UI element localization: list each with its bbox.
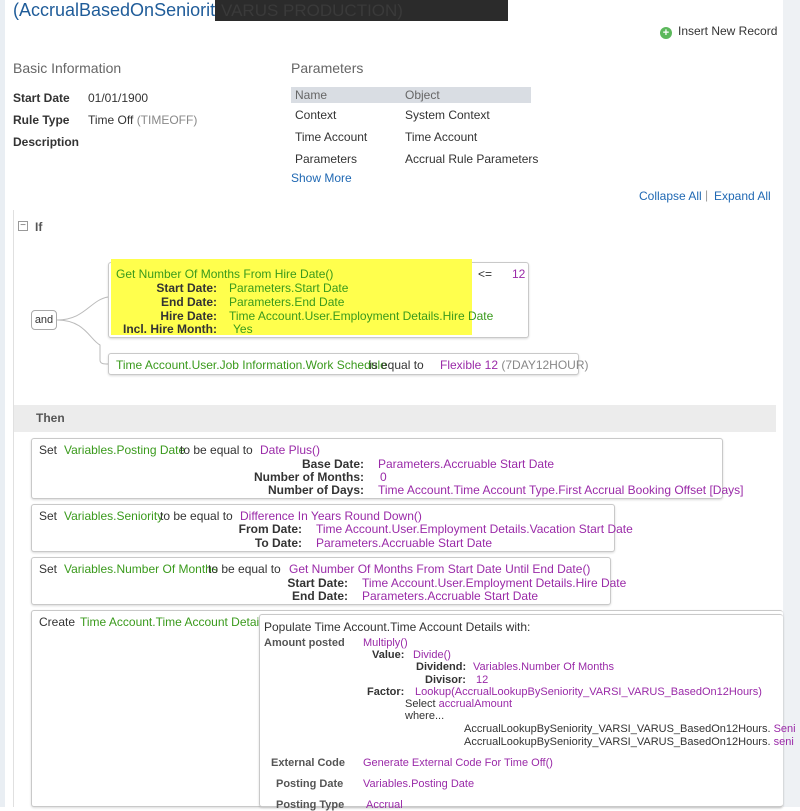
cond2-field[interactable]: Time Account.User.Job Information.Work S… [116, 358, 387, 372]
where-keyword: where... [405, 710, 445, 722]
cond1-value[interactable]: 12 [512, 267, 525, 281]
param-label: From Date: [238, 522, 302, 536]
divide-function[interactable]: Divide() [413, 649, 451, 661]
then-label: Then [36, 411, 65, 425]
set2-variable[interactable]: Variables.Seniority [64, 509, 163, 523]
cond2-value[interactable]: Flexible 12 (7DAY12HOUR) [440, 358, 589, 372]
where-condition-2[interactable]: AccrualLookupBySeniority_VARSI_VARUS_Bas… [464, 736, 794, 748]
posting-type-value[interactable]: Accrual [366, 799, 403, 811]
param-value[interactable]: Parameters.Accruable Start Date [362, 589, 538, 603]
external-code-label: External Code [271, 757, 345, 769]
set1-function[interactable]: Date Plus() [260, 443, 320, 457]
param-label: Start Date: [156, 281, 217, 295]
create-target[interactable]: Time Account.Time Account Details [80, 615, 268, 629]
param-value[interactable]: Parameters.Accruable Start Date [378, 457, 554, 471]
set2-operator: to be equal to [160, 509, 233, 523]
param-value[interactable]: 0 [380, 470, 387, 484]
posting-type-label: Posting Type [276, 799, 345, 811]
posting-date-value[interactable]: Variables.Posting Date [363, 778, 474, 790]
param-value[interactable]: Parameters.Accruable Start Date [316, 536, 492, 550]
create-keyword: Create [39, 615, 76, 629]
param-label: End Date: [291, 589, 348, 603]
multiply-function[interactable]: Multiply() [363, 637, 408, 649]
select-clause: Select accrualAmount [405, 698, 513, 710]
param-label: Incl. Hire Month: [123, 322, 217, 336]
param-value[interactable]: Time Account.User.Employment Details.Vac… [316, 522, 633, 536]
dividend-value[interactable]: Variables.Number Of Months [473, 661, 614, 673]
set3-operator: to be equal to [208, 562, 281, 576]
param-label: Number of Days: [267, 483, 364, 497]
param-value[interactable]: Parameters.End Date [229, 295, 344, 309]
divisor-label: Divisor: [425, 674, 466, 686]
param-label: Base Date: [301, 457, 364, 471]
and-operator[interactable]: and [31, 310, 57, 330]
cond2-operator[interactable]: is equal to [369, 358, 424, 372]
param-label: Number of Months: [254, 470, 364, 484]
param-value[interactable]: Yes [233, 322, 253, 336]
set3-function[interactable]: Get Number Of Months From Start Date Unt… [289, 562, 590, 576]
set-keyword: Set [39, 509, 58, 523]
param-label: Start Date: [287, 576, 348, 590]
amount-posted-label: Amount posted [264, 637, 345, 649]
param-label: To Date: [254, 536, 302, 550]
factor-label: Factor: [367, 686, 405, 698]
where-condition-1[interactable]: AccrualLookupBySeniority_VARSI_VARUS_Bas… [464, 723, 796, 735]
posting-date-label: Posting Date [276, 778, 344, 790]
populate-heading: Populate Time Account.Time Account Detai… [264, 620, 531, 634]
set1-operator: to be equal to [180, 443, 253, 457]
set2-function[interactable]: Difference In Years Round Down() [240, 509, 422, 523]
value-label: Value: [372, 649, 405, 661]
external-code-value[interactable]: Generate External Code For Time Off() [363, 757, 553, 769]
cond1-function[interactable]: Get Number Of Months From Hire Date() [116, 267, 333, 281]
set-keyword: Set [39, 562, 58, 576]
param-value[interactable]: Time Account.User.Employment Details.Hir… [229, 309, 493, 323]
divisor-value[interactable]: 12 [476, 674, 488, 686]
set-keyword: Set [39, 443, 58, 457]
cond1-operator: <= [478, 267, 493, 281]
lookup-function[interactable]: Lookup(AccrualLookupBySeniority_VARSI_VA… [415, 686, 762, 698]
param-label: Hire Date: [160, 309, 217, 323]
param-value[interactable]: Parameters.Start Date [229, 281, 348, 295]
dividend-label: Dividend: [416, 661, 467, 673]
set3-variable[interactable]: Variables.Number Of Months [64, 562, 218, 576]
param-value[interactable]: Time Account.User.Employment Details.Hir… [362, 576, 626, 590]
param-label: End Date: [160, 295, 217, 309]
param-value[interactable]: Time Account.Time Account Type.First Acc… [378, 483, 743, 497]
set1-variable[interactable]: Variables.Posting Date [64, 443, 185, 457]
